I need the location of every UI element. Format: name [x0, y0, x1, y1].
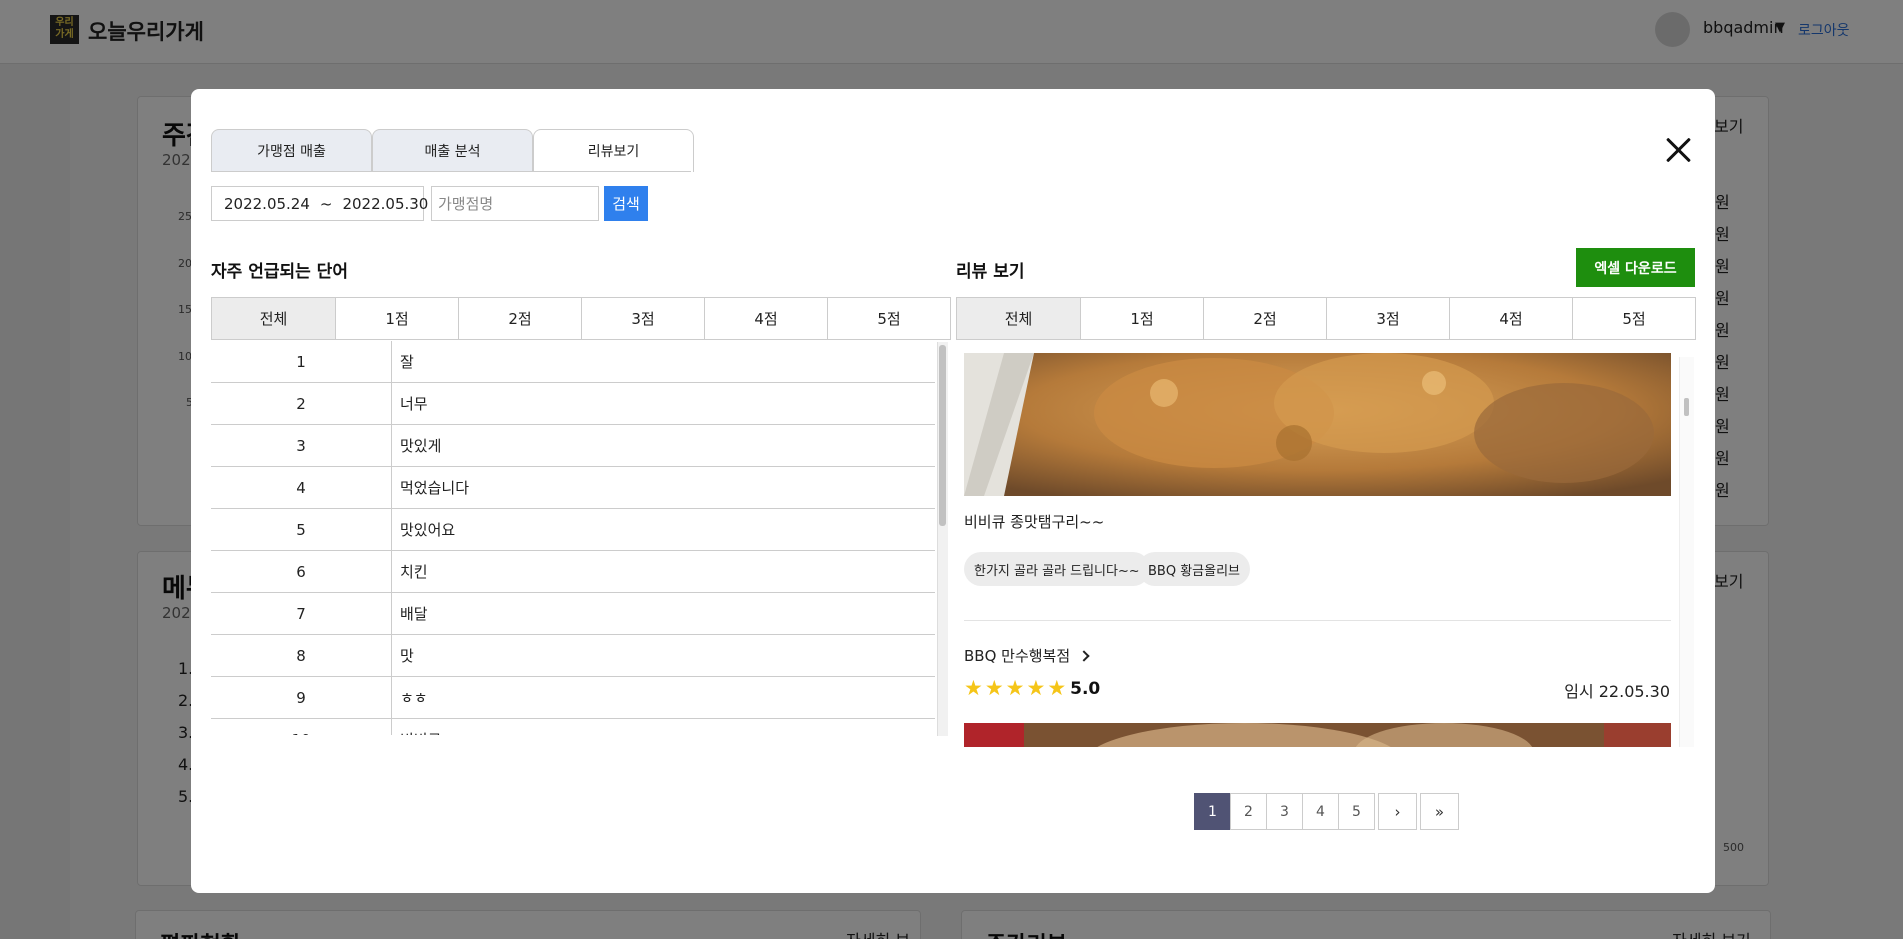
table-row: 3 맛있게 [211, 425, 935, 467]
word-rank: 8 [211, 635, 392, 676]
close-icon[interactable] [1661, 133, 1695, 167]
word-filter-all[interactable]: 전체 [212, 298, 335, 339]
review-filter-all[interactable]: 전체 [957, 298, 1080, 339]
table-row: 2 너무 [211, 383, 935, 425]
star-icon: ★ [984, 676, 1004, 700]
chicken-box-photo [964, 723, 1671, 747]
page-button-1[interactable]: 1 [1194, 793, 1231, 830]
page-button-4[interactable]: 4 [1302, 793, 1339, 830]
modal-tabs: 가맹점 매출 매출 분석 리뷰보기 [211, 129, 694, 172]
word-table[interactable]: 1 잘 2 너무 3 맛있게 4 먹었습니다 5 맛있어요 6 치킨 7 배달 … [211, 341, 948, 735]
page-button-2[interactable]: 2 [1230, 793, 1267, 830]
review-photo[interactable] [964, 723, 1671, 747]
date-to: 2022.05.30 [342, 194, 429, 213]
tab-sales-analysis[interactable]: 매출 분석 [372, 129, 533, 172]
menu-tag: BBQ 황금올리브 [1138, 552, 1251, 586]
chevron-right-icon [1078, 649, 1090, 662]
word-table-scroll-thumb[interactable] [939, 345, 946, 526]
review-feed-scroll-thumb[interactable] [1684, 398, 1689, 416]
review-feed[interactable]: 비비큐 종맛탬구리~~ 한가지 골라 골라 드립니다~~ BBQ 황금올리브 B… [956, 341, 1694, 747]
review-filter-5[interactable]: 5점 [1572, 298, 1695, 339]
review-photo[interactable] [964, 353, 1671, 496]
table-row: 6 치킨 [211, 551, 935, 593]
table-row: 1 잘 [211, 341, 935, 383]
review-filter-1[interactable]: 1점 [1080, 298, 1203, 339]
review-filter-3[interactable]: 3점 [1326, 298, 1449, 339]
word-filter-5[interactable]: 5점 [827, 298, 950, 339]
word-filter-2[interactable]: 2점 [458, 298, 581, 339]
word-rank: 2 [211, 383, 392, 424]
word-text: 잘 [400, 353, 414, 371]
word-score-filter: 전체 1점 2점 3점 4점 5점 [211, 297, 951, 340]
table-row: 9 ㅎㅎ [211, 677, 935, 719]
word-rank: 3 [211, 425, 392, 466]
word-rank: 9 [211, 677, 392, 718]
review-store-link[interactable]: BBQ 만수행복점 [964, 645, 1090, 666]
menu-tag: 한가지 골라 골라 드립니다~~ [964, 552, 1150, 586]
review-content: 비비큐 종맛탬구리~~ [964, 513, 1105, 531]
word-rank: 6 [211, 551, 392, 592]
word-text: 너무 [400, 395, 428, 413]
reviews-title: 리뷰 보기 [956, 262, 1025, 282]
table-row: 7 배달 [211, 593, 935, 635]
last-page-icon[interactable]: » [1420, 793, 1459, 830]
search-button[interactable]: 검색 [604, 186, 648, 221]
word-filter-3[interactable]: 3점 [581, 298, 704, 339]
page-button-5[interactable]: 5 [1338, 793, 1375, 830]
date-range-picker[interactable]: 2022.05.24 ~ 2022.05.30 [211, 186, 428, 221]
word-filter-4[interactable]: 4점 [704, 298, 827, 339]
rating-value: 5.0 [1070, 678, 1101, 699]
excel-download-button[interactable]: 엑셀 다운로드 [1576, 248, 1695, 287]
review-date: 임시 22.05.30 [1564, 682, 1670, 701]
tab-reviews[interactable]: 리뷰보기 [533, 129, 694, 172]
table-row: 4 먹었습니다 [211, 467, 935, 509]
review-divider [964, 620, 1671, 621]
table-row: 8 맛 [211, 635, 935, 677]
word-rank: 5 [211, 509, 392, 550]
word-text: 먹었습니다 [400, 479, 470, 497]
date-separator: ~ [319, 194, 333, 213]
pagination: 1 2 3 4 5 › » [1194, 793, 1459, 830]
star-rating: ★ ★ ★ ★ ★ 5.0 [964, 678, 1100, 699]
word-text: 맛있게 [400, 437, 442, 455]
review-modal: 가맹점 매출 매출 분석 리뷰보기 2022.05.24 ~ 2022.05.3… [191, 89, 1715, 893]
tab-franchise-sales[interactable]: 가맹점 매출 [211, 129, 372, 172]
word-text: 맛있어요 [400, 521, 456, 539]
word-text: 치킨 [400, 563, 428, 581]
word-rank: 10 [211, 719, 392, 735]
frequent-words-title: 자주 언급되는 단어 [211, 262, 348, 282]
star-icon: ★ [1047, 676, 1067, 700]
next-page-icon[interactable]: › [1378, 793, 1417, 830]
store-name-input[interactable] [431, 186, 599, 221]
tabs-divider [211, 171, 691, 172]
table-row: 5 맛있어요 [211, 509, 935, 551]
review-filter-2[interactable]: 2점 [1203, 298, 1326, 339]
word-text: 비비큐 [392, 719, 935, 735]
star-icon: ★ [964, 676, 983, 700]
word-rank: 1 [211, 341, 392, 382]
word-rank: 4 [211, 467, 392, 508]
table-row: 10 비비큐 [211, 719, 935, 735]
review-filter-4[interactable]: 4점 [1449, 298, 1572, 339]
word-text: ㅎㅎ [400, 689, 428, 707]
word-rank: 7 [211, 593, 392, 634]
review-score-filter: 전체 1점 2점 3점 4점 5점 [956, 297, 1696, 340]
page-button-3[interactable]: 3 [1266, 793, 1303, 830]
word-text: 맛 [400, 647, 414, 665]
fried-chicken-photo [964, 353, 1671, 496]
store-name: BBQ 만수행복점 [964, 647, 1071, 665]
star-icon: ★ [1026, 676, 1046, 700]
star-icon: ★ [1005, 676, 1025, 700]
word-text: 배달 [400, 605, 428, 623]
word-filter-1[interactable]: 1점 [335, 298, 458, 339]
date-from: 2022.05.24 [224, 194, 310, 213]
